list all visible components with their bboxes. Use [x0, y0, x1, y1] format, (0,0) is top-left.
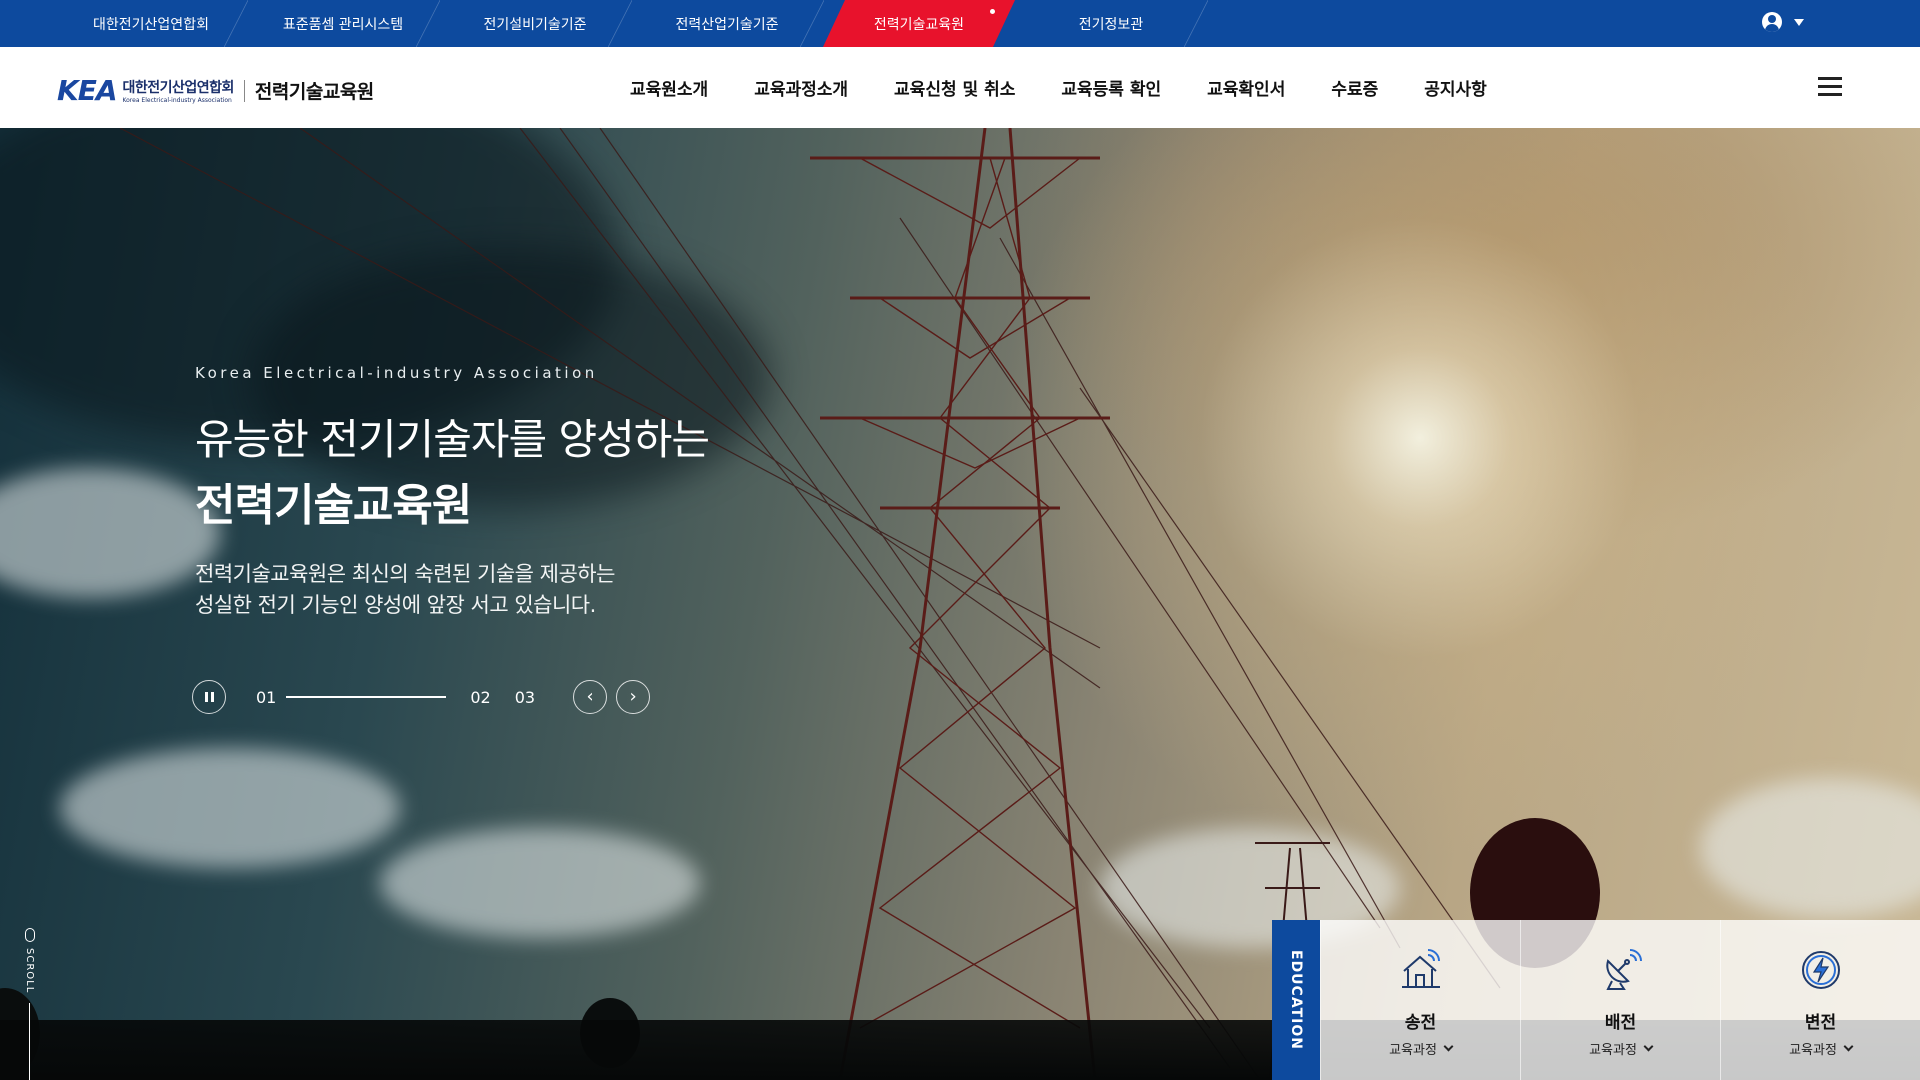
site-link-electric-info-center[interactable]: 전기정보관	[1015, 0, 1208, 47]
slide-number-2[interactable]: 02	[470, 688, 490, 707]
hero-eyebrow: Korea Electrical-industry Association	[195, 364, 598, 382]
pause-button[interactable]	[192, 680, 226, 714]
logo-divider	[243, 79, 245, 102]
chevron-down-icon	[1443, 1041, 1454, 1052]
prev-slide-button[interactable]: ‹	[573, 680, 608, 714]
nav-item-registration-check[interactable]: 교육등록 확인	[1061, 75, 1161, 100]
logo-mark: KEA	[57, 74, 117, 107]
education-card-title: 송전	[1404, 1013, 1437, 1033]
nav-item-confirmation[interactable]: 교육확인서	[1207, 75, 1285, 100]
slide-progress-fill	[286, 696, 447, 698]
site-link-label: 전력산업기술기준	[675, 16, 779, 33]
chevron-down-icon	[1643, 1041, 1654, 1052]
site-link-label: 대한전기산업연합회	[93, 16, 209, 33]
hero-title-line1: 유능한 전기기술자를 양성하는	[195, 415, 710, 464]
education-quick-panel: EDUCATION 송전 교육과정 배전 교육과정 변전 교육과정	[1272, 920, 1920, 1080]
next-slide-button[interactable]: ›	[616, 680, 651, 714]
user-menu-button[interactable]	[1762, 12, 1804, 32]
education-card-subtitle: 교육과정	[1789, 1039, 1854, 1058]
caret-down-icon	[1794, 18, 1804, 26]
hero-copy: Korea Electrical-industry Association 유능…	[195, 364, 710, 621]
mouse-icon	[24, 928, 35, 942]
site-link-power-industry-standard[interactable]: 전력산업기술기준	[631, 0, 824, 47]
top-site-bar: 대한전기산업연합회 표준품셈 관리시스템 전기설비기술기준 전력산업기술기준 전…	[0, 0, 1920, 47]
education-card-transmission[interactable]: 송전 교육과정	[1320, 920, 1520, 1080]
chevron-right-icon: ›	[629, 686, 637, 707]
education-card-subtitle-text: 교육과정	[1389, 1043, 1437, 1058]
logo-text: 대한전기산업연합회 Korea Electrical-industry Asso…	[122, 77, 235, 104]
site-link-power-tech-institute[interactable]: 전력기술교육원	[823, 0, 1015, 47]
satellite-dish-icon	[1597, 946, 1645, 994]
pause-icon	[204, 692, 214, 702]
slide-number-3[interactable]: 03	[515, 688, 535, 707]
education-card-distribution[interactable]: 배전 교육과정	[1520, 920, 1720, 1080]
site-link-label: 표준품셈 관리시스템	[282, 16, 404, 33]
logo-org-name-en: Korea Electrical-industry Association	[122, 97, 232, 104]
family-site-list: 대한전기산업연합회 표준품셈 관리시스템 전기설비기술기준 전력산업기술기준 전…	[55, 0, 1208, 47]
hero-description: 전력기술교육원은 최신의 숙련된 기술을 제공하는 성실한 전기 기능인 양성에…	[195, 559, 709, 621]
education-card-title: 변전	[1804, 1013, 1837, 1033]
chevron-down-icon	[1843, 1041, 1854, 1052]
hero-description-line2: 성실한 전기 기능인 양성에 앞장 서고 있습니다.	[195, 593, 596, 617]
lightning-bolt-icon	[1797, 946, 1845, 994]
site-link-label: 전력기술교육원	[873, 16, 965, 33]
site-link-label: 전기설비기술기준	[483, 16, 587, 33]
education-card-subtitle-text: 교육과정	[1789, 1043, 1837, 1058]
site-header: KEA 대한전기산업연합회 Korea Electrical-industry …	[0, 47, 1920, 128]
education-card-subtitle-text: 교육과정	[1589, 1043, 1637, 1058]
education-tab-label: EDUCATION	[1288, 950, 1304, 1050]
education-card-substation[interactable]: 변전 교육과정	[1720, 920, 1920, 1080]
logo-subtitle: 전력기술교육원	[254, 81, 374, 103]
hero-title-line2: 전력기술교육원	[195, 480, 472, 531]
active-dot	[990, 9, 995, 14]
education-card-title: 배전	[1604, 1013, 1637, 1033]
main-nav: 교육원소개 교육과정소개 교육신청 및 취소 교육등록 확인 교육확인서 수료증…	[630, 47, 1533, 128]
slide-number-current[interactable]: 01	[256, 688, 276, 707]
education-tab[interactable]: EDUCATION	[1272, 920, 1320, 1080]
site-link-label: 전기정보관	[1078, 16, 1144, 33]
chevron-left-icon: ‹	[586, 686, 594, 707]
house-signal-icon	[1397, 946, 1445, 994]
site-link-standard-system[interactable]: 표준품셈 관리시스템	[247, 0, 440, 47]
nav-item-courses[interactable]: 교육과정소개	[754, 75, 848, 100]
user-icon	[1762, 12, 1782, 32]
nav-item-apply-cancel[interactable]: 교육신청 및 취소	[894, 75, 1015, 100]
hamburger-menu-icon[interactable]	[1818, 77, 1842, 97]
education-card-subtitle: 교육과정	[1389, 1039, 1454, 1058]
scroll-indicator: SCROLL	[24, 928, 35, 1080]
site-link-electrical-equipment-standard[interactable]: 전기설비기술기준	[439, 0, 632, 47]
scroll-line	[29, 1003, 30, 1080]
scroll-label: SCROLL	[24, 948, 35, 994]
hero-description-line1: 전력기술교육원은 최신의 숙련된 기술을 제공하는	[195, 562, 615, 586]
logo-org-name: 대한전기산업연합회	[122, 80, 235, 96]
nav-item-certificate[interactable]: 수료증	[1331, 75, 1378, 100]
slider-controls: 01 02 03 ‹ ›	[192, 680, 651, 714]
site-link-kea[interactable]: 대한전기산업연합회	[55, 0, 248, 47]
nav-item-notice[interactable]: 공지사항	[1424, 75, 1487, 100]
slide-progress-bar	[286, 696, 447, 698]
education-card-subtitle: 교육과정	[1589, 1039, 1654, 1058]
site-logo[interactable]: KEA 대한전기산업연합회 Korea Electrical-industry …	[57, 74, 374, 107]
nav-item-about[interactable]: 교육원소개	[630, 75, 708, 100]
